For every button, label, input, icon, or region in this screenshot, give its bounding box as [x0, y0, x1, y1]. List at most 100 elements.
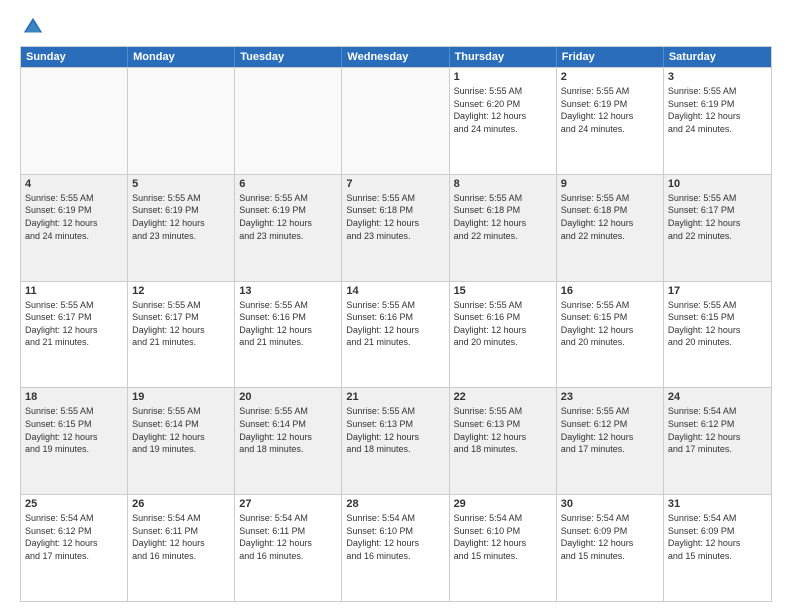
calendar-header-cell: Monday: [128, 47, 235, 67]
calendar-cell: [128, 68, 235, 174]
day-info: Sunrise: 5:55 AM Sunset: 6:17 PM Dayligh…: [668, 192, 767, 242]
day-number: 2: [561, 71, 659, 83]
day-info: Sunrise: 5:55 AM Sunset: 6:18 PM Dayligh…: [561, 192, 659, 242]
calendar-cell: [342, 68, 449, 174]
calendar-cell: 15 Sunrise: 5:55 AM Sunset: 6:16 PM Dayli…: [450, 282, 557, 388]
day-info: Sunrise: 5:55 AM Sunset: 6:14 PM Dayligh…: [239, 405, 337, 455]
day-number: 8: [454, 178, 552, 190]
day-info: Sunrise: 5:55 AM Sunset: 6:12 PM Dayligh…: [561, 405, 659, 455]
day-number: 26: [132, 498, 230, 510]
day-number: 9: [561, 178, 659, 190]
day-info: Sunrise: 5:55 AM Sunset: 6:19 PM Dayligh…: [132, 192, 230, 242]
calendar-header-cell: Thursday: [450, 47, 557, 67]
day-info: Sunrise: 5:55 AM Sunset: 6:13 PM Dayligh…: [454, 405, 552, 455]
day-info: Sunrise: 5:54 AM Sunset: 6:11 PM Dayligh…: [132, 512, 230, 562]
calendar-cell: 3Sunrise: 5:55 AM Sunset: 6:19 PM Daylig…: [664, 68, 771, 174]
day-number: 19: [132, 391, 230, 403]
day-number: 29: [454, 498, 552, 510]
calendar-cell: 10 Sunrise: 5:55 AM Sunset: 6:17 PM Dayli…: [664, 175, 771, 281]
calendar: SundayMondayTuesdayWednesdayThursdayFrid…: [20, 46, 772, 602]
calendar-row: 18 Sunrise: 5:55 AM Sunset: 6:15 PM Dayli…: [21, 387, 771, 494]
calendar-cell: 11 Sunrise: 5:55 AM Sunset: 6:17 PM Dayli…: [21, 282, 128, 388]
day-info: Sunrise: 5:54 AM Sunset: 6:10 PM Dayligh…: [454, 512, 552, 562]
calendar-row: 1Sunrise: 5:55 AM Sunset: 6:20 PM Daylig…: [21, 67, 771, 174]
day-info: Sunrise: 5:55 AM Sunset: 6:17 PM Dayligh…: [25, 299, 123, 349]
day-info: Sunrise: 5:55 AM Sunset: 6:15 PM Dayligh…: [25, 405, 123, 455]
calendar-cell: 27Sunrise: 5:54 AM Sunset: 6:11 PM Dayli…: [235, 495, 342, 601]
calendar-cell: 23 Sunrise: 5:55 AM Sunset: 6:12 PM Dayli…: [557, 388, 664, 494]
day-number: 30: [561, 498, 659, 510]
calendar-row: 4Sunrise: 5:55 AM Sunset: 6:19 PM Daylig…: [21, 174, 771, 281]
calendar-cell: 7 Sunrise: 5:55 AM Sunset: 6:18 PM Daylig…: [342, 175, 449, 281]
calendar-cell: 30 Sunrise: 5:54 AM Sunset: 6:09 PM Dayli…: [557, 495, 664, 601]
calendar-cell: 21 Sunrise: 5:55 AM Sunset: 6:13 PM Dayli…: [342, 388, 449, 494]
day-number: 12: [132, 285, 230, 297]
day-number: 11: [25, 285, 123, 297]
calendar-cell: 5 Sunrise: 5:55 AM Sunset: 6:19 PM Daylig…: [128, 175, 235, 281]
day-number: 1: [454, 71, 552, 83]
calendar-cell: 9 Sunrise: 5:55 AM Sunset: 6:18 PM Daylig…: [557, 175, 664, 281]
day-number: 18: [25, 391, 123, 403]
day-number: 22: [454, 391, 552, 403]
calendar-header: SundayMondayTuesdayWednesdayThursdayFrid…: [21, 47, 771, 67]
day-number: 16: [561, 285, 659, 297]
calendar-header-cell: Sunday: [21, 47, 128, 67]
day-info: Sunrise: 5:55 AM Sunset: 6:17 PM Dayligh…: [132, 299, 230, 349]
day-number: 21: [346, 391, 444, 403]
day-info: Sunrise: 5:55 AM Sunset: 6:16 PM Dayligh…: [239, 299, 337, 349]
day-number: 5: [132, 178, 230, 190]
calendar-cell: 2 Sunrise: 5:55 AM Sunset: 6:19 PM Daylig…: [557, 68, 664, 174]
day-info: Sunrise: 5:55 AM Sunset: 6:19 PM Dayligh…: [668, 85, 767, 135]
calendar-cell: 29 Sunrise: 5:54 AM Sunset: 6:10 PM Dayli…: [450, 495, 557, 601]
calendar-cell: 31 Sunrise: 5:54 AM Sunset: 6:09 PM Dayli…: [664, 495, 771, 601]
day-info: Sunrise: 5:54 AM Sunset: 6:12 PM Dayligh…: [668, 405, 767, 455]
day-number: 17: [668, 285, 767, 297]
calendar-cell: 8 Sunrise: 5:55 AM Sunset: 6:18 PM Daylig…: [450, 175, 557, 281]
calendar-cell: 20 Sunrise: 5:55 AM Sunset: 6:14 PM Dayli…: [235, 388, 342, 494]
day-number: 7: [346, 178, 444, 190]
calendar-header-cell: Saturday: [664, 47, 771, 67]
calendar-cell: 17 Sunrise: 5:55 AM Sunset: 6:15 PM Dayli…: [664, 282, 771, 388]
day-info: Sunrise: 5:55 AM Sunset: 6:18 PM Dayligh…: [454, 192, 552, 242]
day-info: Sunrise: 5:55 AM Sunset: 6:15 PM Dayligh…: [668, 299, 767, 349]
day-number: 14: [346, 285, 444, 297]
day-info: Sunrise: 5:55 AM Sunset: 6:13 PM Dayligh…: [346, 405, 444, 455]
calendar-row: 11 Sunrise: 5:55 AM Sunset: 6:17 PM Dayli…: [21, 281, 771, 388]
calendar-header-cell: Friday: [557, 47, 664, 67]
calendar-cell: 13 Sunrise: 5:55 AM Sunset: 6:16 PM Dayli…: [235, 282, 342, 388]
page: SundayMondayTuesdayWednesdayThursdayFrid…: [0, 0, 792, 612]
calendar-cell: [235, 68, 342, 174]
calendar-cell: 18 Sunrise: 5:55 AM Sunset: 6:15 PM Dayli…: [21, 388, 128, 494]
day-info: Sunrise: 5:54 AM Sunset: 6:09 PM Dayligh…: [561, 512, 659, 562]
calendar-cell: 19 Sunrise: 5:55 AM Sunset: 6:14 PM Dayli…: [128, 388, 235, 494]
day-number: 15: [454, 285, 552, 297]
day-number: 6: [239, 178, 337, 190]
calendar-cell: 26 Sunrise: 5:54 AM Sunset: 6:11 PM Dayli…: [128, 495, 235, 601]
calendar-cell: 16 Sunrise: 5:55 AM Sunset: 6:15 PM Dayli…: [557, 282, 664, 388]
calendar-cell: 14 Sunrise: 5:55 AM Sunset: 6:16 PM Dayli…: [342, 282, 449, 388]
calendar-cell: 28Sunrise: 5:54 AM Sunset: 6:10 PM Dayli…: [342, 495, 449, 601]
calendar-cell: 12 Sunrise: 5:55 AM Sunset: 6:17 PM Dayli…: [128, 282, 235, 388]
day-info: Sunrise: 5:55 AM Sunset: 6:16 PM Dayligh…: [454, 299, 552, 349]
calendar-cell: 4Sunrise: 5:55 AM Sunset: 6:19 PM Daylig…: [21, 175, 128, 281]
day-info: Sunrise: 5:55 AM Sunset: 6:19 PM Dayligh…: [239, 192, 337, 242]
day-number: 20: [239, 391, 337, 403]
day-info: Sunrise: 5:54 AM Sunset: 6:09 PM Dayligh…: [668, 512, 767, 562]
calendar-cell: 25Sunrise: 5:54 AM Sunset: 6:12 PM Dayli…: [21, 495, 128, 601]
day-info: Sunrise: 5:55 AM Sunset: 6:14 PM Dayligh…: [132, 405, 230, 455]
day-info: Sunrise: 5:54 AM Sunset: 6:10 PM Dayligh…: [346, 512, 444, 562]
day-number: 31: [668, 498, 767, 510]
day-number: 27: [239, 498, 337, 510]
logo-icon: [22, 16, 44, 38]
day-number: 13: [239, 285, 337, 297]
day-info: Sunrise: 5:55 AM Sunset: 6:15 PM Dayligh…: [561, 299, 659, 349]
day-info: Sunrise: 5:55 AM Sunset: 6:18 PM Dayligh…: [346, 192, 444, 242]
day-info: Sunrise: 5:55 AM Sunset: 6:19 PM Dayligh…: [561, 85, 659, 135]
calendar-header-cell: Tuesday: [235, 47, 342, 67]
calendar-cell: 24 Sunrise: 5:54 AM Sunset: 6:12 PM Dayli…: [664, 388, 771, 494]
day-number: 23: [561, 391, 659, 403]
day-info: Sunrise: 5:55 AM Sunset: 6:16 PM Dayligh…: [346, 299, 444, 349]
day-number: 24: [668, 391, 767, 403]
calendar-cell: 22 Sunrise: 5:55 AM Sunset: 6:13 PM Dayli…: [450, 388, 557, 494]
day-number: 10: [668, 178, 767, 190]
